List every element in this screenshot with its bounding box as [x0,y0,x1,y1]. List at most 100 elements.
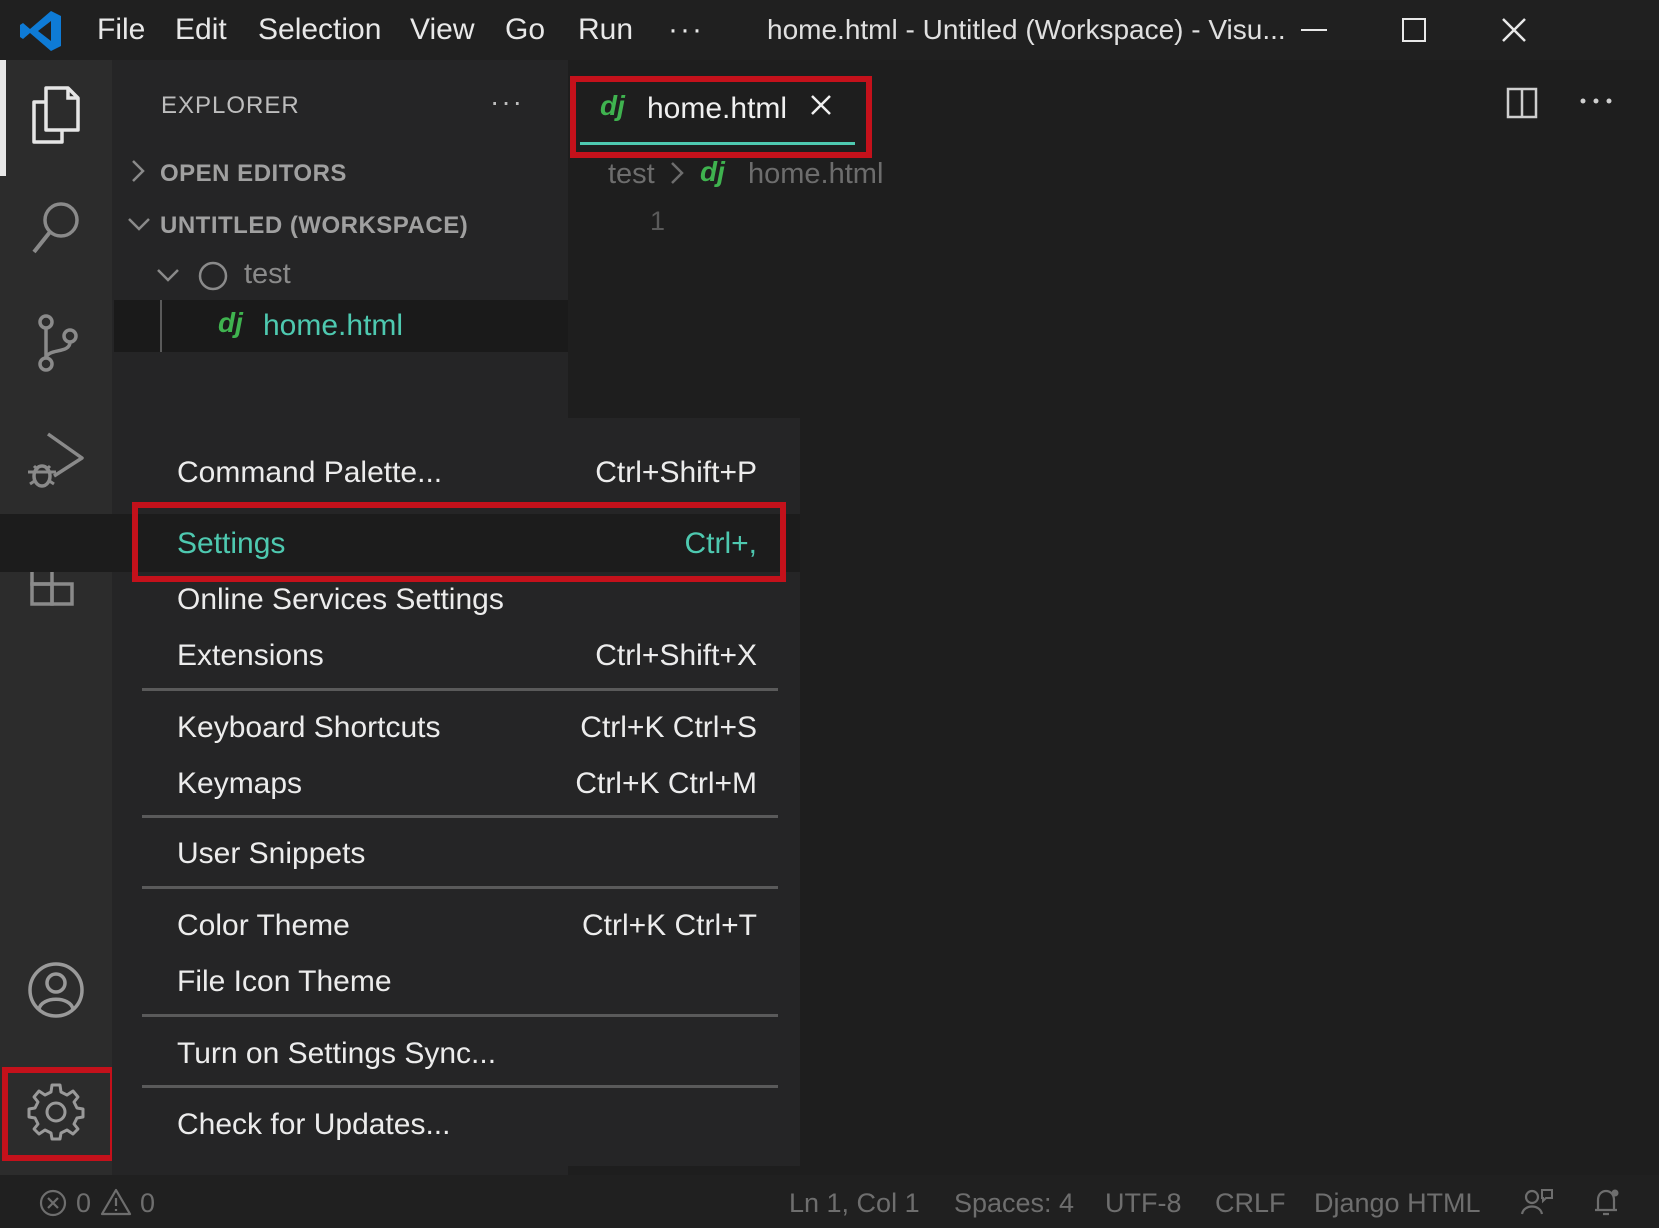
editor-more-button[interactable] [1578,86,1614,121]
split-editor-button[interactable] [1505,86,1539,125]
menu-edit[interactable]: Edit [175,10,227,50]
folder-test[interactable]: test [244,258,291,291]
error-count[interactable]: 0 [76,1183,91,1223]
search-icon [32,202,79,254]
source-control-icon [38,314,78,372]
run-debug-icon [28,432,84,488]
menu-item-label: File Icon Theme [177,965,392,998]
indentation[interactable]: Spaces: 4 [954,1183,1074,1223]
menu-item-user-snippets[interactable]: User Snippets [177,828,757,880]
vscode-window: File Edit Selection View Go Run ··· home… [0,0,1659,1228]
menu-item-settings[interactable]: Settings Ctrl+, [177,518,757,570]
menu-item-color-theme[interactable]: Color Theme Ctrl+K Ctrl+T [177,900,757,952]
account-icon [28,962,84,1018]
menu-item-label: Command Palette... [177,456,443,489]
menu-item-label: Turn on Settings Sync... [177,1037,497,1070]
feedback-icon [1520,1189,1553,1215]
django-file-icon: dj [600,90,625,121]
menu-item-shortcut: Ctrl+K Ctrl+T [581,909,757,942]
vscode-logo-icon [18,8,64,54]
tab-active-underline [580,142,855,145]
django-file-icon: dj [218,307,243,338]
menu-item-shortcut: Ctrl+, [684,527,757,560]
close-icon [1502,18,1526,42]
explorer-more-button[interactable]: ··· [490,86,524,118]
chevron-down-icon [155,265,181,290]
menu-item-label: User Snippets [177,837,366,870]
open-editors-section[interactable]: OPEN EDITORS [160,160,347,188]
menu-separator [142,886,778,889]
explorer-button[interactable] [14,74,98,158]
tab-label: home.html [647,92,788,125]
menu-item-keymaps[interactable]: Keymaps Ctrl+K Ctrl+M [177,758,757,810]
maximize-button[interactable] [1384,8,1444,52]
close-icon [811,95,831,115]
menu-run[interactable]: Run [578,10,633,50]
menu-item-command-palette[interactable]: Command Palette... Ctrl+Shift+P [177,447,757,499]
ellipsis-icon [1580,98,1612,104]
menu-item-extensions[interactable]: Extensions Ctrl+Shift+X [177,630,757,682]
menu-item-keyboard-shortcuts[interactable]: Keyboard Shortcuts Ctrl+K Ctrl+S [177,702,757,754]
split-editor-icon [1506,87,1538,119]
chevron-right-icon [668,160,686,191]
menu-item-check-updates[interactable]: Check for Updates... [177,1099,757,1151]
menu-go[interactable]: Go [505,10,545,50]
minimize-button[interactable] [1284,8,1344,52]
warning-icon [100,1187,132,1222]
file-home-html[interactable]: home.html [263,309,403,343]
breadcrumb-file[interactable]: home.html [748,158,883,191]
bell-icon [1595,1189,1619,1216]
menu-item-settings-sync[interactable]: Turn on Settings Sync... [177,1028,757,1080]
files-icon [32,86,80,144]
warning-count[interactable]: 0 [140,1183,155,1223]
manage-button[interactable] [14,1070,98,1154]
tree-guide [160,300,162,352]
menu-item-label: Extensions [177,639,324,672]
line-ending[interactable]: CRLF [1215,1183,1286,1223]
minimize-icon [1301,29,1327,31]
notifications-button[interactable] [1590,1186,1622,1223]
menu-separator [142,1085,778,1088]
folder-circle-icon [196,259,230,298]
breadcrumb-folder[interactable]: test [608,158,655,191]
tab-home-html[interactable]: dj home.html [580,78,860,150]
chevron-down-icon [126,214,152,239]
tab-close-button[interactable] [808,92,834,123]
menu-item-online-services-settings[interactable]: Online Services Settings [177,574,757,626]
maximize-icon [1402,18,1426,42]
line-number: 1 [650,206,666,236]
menu-item-shortcut: Ctrl+K Ctrl+S [580,711,757,744]
menu-file[interactable]: File [97,10,145,50]
explorer-title: EXPLORER [161,92,300,119]
menu-item-label: Settings [177,527,286,560]
menu-view[interactable]: View [410,10,474,50]
error-icon [38,1188,68,1223]
account-button[interactable] [14,948,98,1032]
gear-icon [27,1083,85,1141]
source-control-button[interactable] [14,300,98,384]
menu-more[interactable]: ··· [668,10,704,50]
workspace-section[interactable]: UNTITLED (WORKSPACE) [160,212,468,240]
window-title: home.html - Untitled (Workspace) - Visu.… [767,14,1286,45]
language-mode[interactable]: Django HTML [1314,1183,1481,1223]
menu-item-label: Color Theme [177,909,350,942]
run-debug-button[interactable] [14,418,98,502]
close-window-button[interactable] [1484,8,1544,52]
menu-separator [142,815,778,818]
cursor-position[interactable]: Ln 1, Col 1 [789,1183,920,1223]
menu-item-label: Keyboard Shortcuts [177,711,441,744]
menu-item-label: Online Services Settings [177,583,504,616]
title-bar: File Edit Selection View Go Run ··· home… [0,0,1659,60]
search-button[interactable] [14,186,98,270]
django-file-icon: dj [700,156,725,187]
encoding[interactable]: UTF-8 [1105,1183,1182,1223]
menu-separator [142,1014,778,1017]
chevron-right-icon [128,158,148,189]
menu-item-shortcut: Ctrl+Shift+P [595,456,757,489]
menu-item-file-icon-theme[interactable]: File Icon Theme [177,956,757,1008]
active-indicator [0,60,6,176]
feedback-button[interactable] [1520,1186,1554,1223]
menu-item-label: Check for Updates... [177,1108,451,1141]
menu-selection[interactable]: Selection [258,10,381,50]
menu-separator [142,688,778,691]
